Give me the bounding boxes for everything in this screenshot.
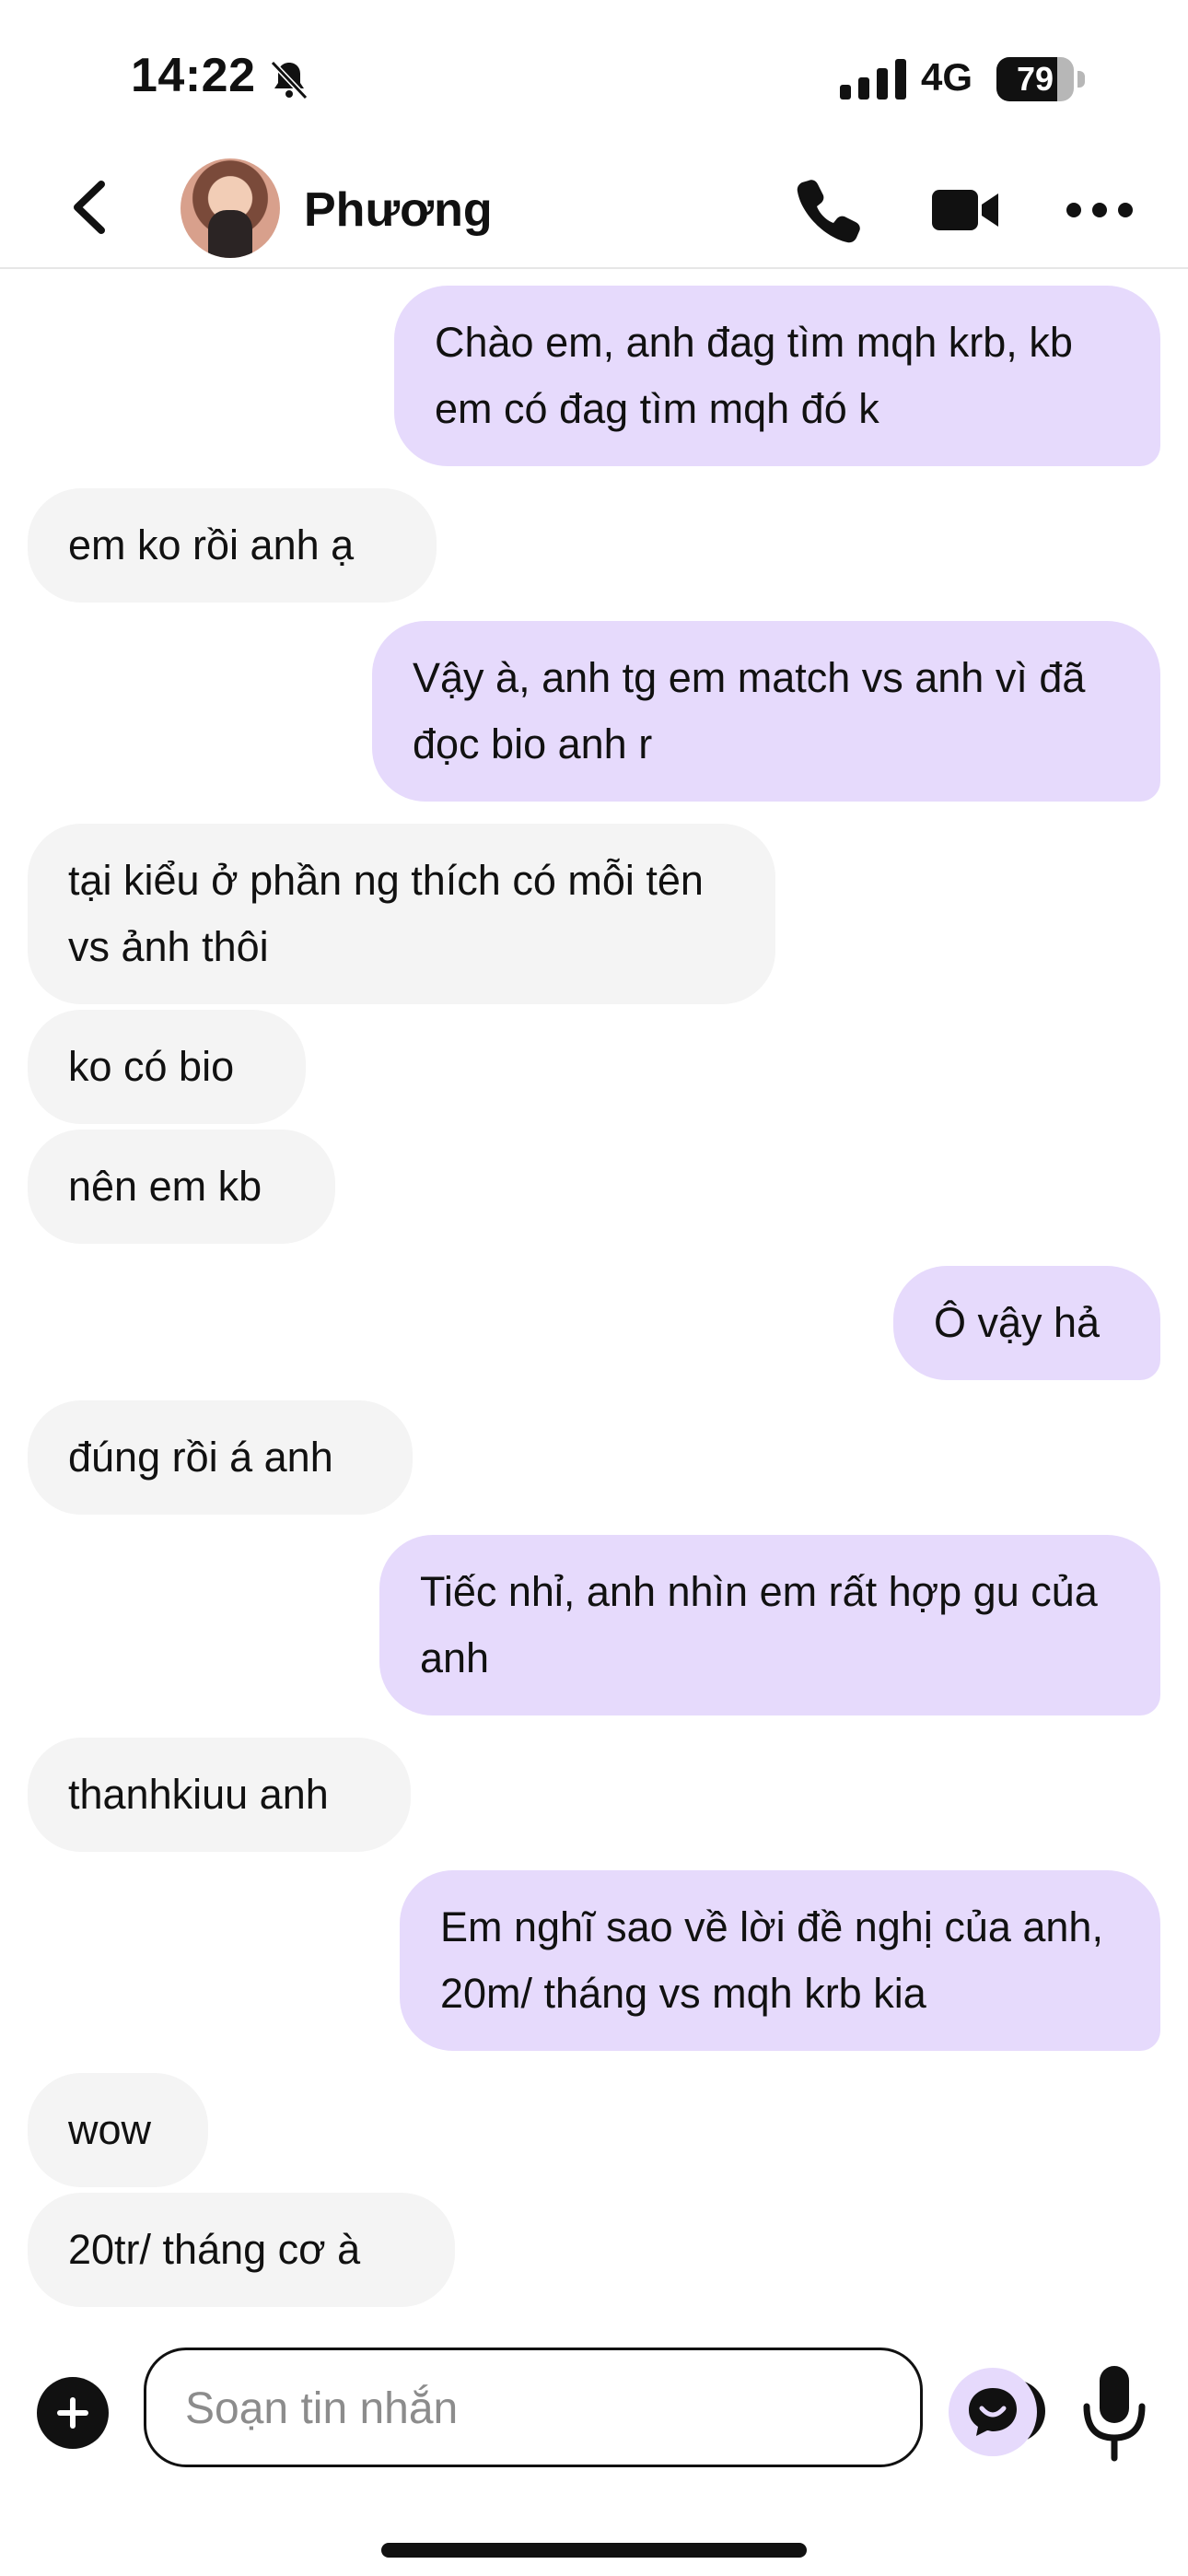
gif-icon[interactable] <box>949 2368 1037 2456</box>
message-outgoing[interactable]: Ô vậy hả <box>893 1266 1160 1380</box>
message-list[interactable]: Chào em, anh đag tìm mqh krb, kb em có đ… <box>0 269 1188 2325</box>
message-incoming[interactable]: thanhkiuu anh <box>28 1738 411 1852</box>
message-incoming[interactable]: tại kiểu ở phần ng thích có mỗi tên vs ả… <box>28 824 775 1004</box>
video-icon[interactable] <box>928 173 1002 247</box>
message-incoming[interactable]: ko có bio <box>28 1010 306 1124</box>
more-icon[interactable] <box>1063 173 1136 247</box>
message-incoming[interactable]: nên em kb <box>28 1130 335 1244</box>
avatar[interactable] <box>181 158 280 258</box>
message-incoming[interactable]: 20tr/ tháng cơ à <box>28 2193 455 2307</box>
phone-icon[interactable] <box>792 173 866 247</box>
bell-off-icon <box>270 60 309 100</box>
battery-percent: 79 <box>1016 60 1054 98</box>
back-icon[interactable] <box>64 177 116 238</box>
message-outgoing[interactable]: Tiếc nhỉ, anh nhìn em rất hợp gu của anh <box>379 1535 1160 1715</box>
contact-name[interactable]: Phương <box>304 182 493 238</box>
composer-bar <box>0 2325 1188 2576</box>
battery-icon: 79 <box>996 57 1085 101</box>
message-incoming[interactable]: em ko rồi anh ạ <box>28 488 437 603</box>
status-time: 14:22 <box>131 49 256 102</box>
message-input-box[interactable] <box>144 2348 1045 2467</box>
home-indicator[interactable] <box>381 2543 807 2558</box>
message-incoming[interactable]: đúng rồi á anh <box>28 1400 413 1515</box>
network-type: 4G <box>921 55 973 99</box>
plus-icon[interactable] <box>37 2377 109 2449</box>
message-outgoing[interactable]: Em nghĩ sao về lời đề nghị của anh, 20m/… <box>400 1870 1160 2051</box>
message-input[interactable] <box>183 2378 795 2439</box>
mic-icon[interactable] <box>1077 2362 1151 2464</box>
message-incoming[interactable]: wow <box>28 2073 208 2187</box>
message-outgoing[interactable]: Vậy à, anh tg em match vs anh vì đã đọc … <box>372 621 1160 802</box>
chat-header: Phương <box>0 147 1188 269</box>
status-bar: 14:22 4G 79 <box>0 0 1188 147</box>
signal-icon <box>840 59 906 100</box>
message-outgoing[interactable]: Chào em, anh đag tìm mqh krb, kb em có đ… <box>394 286 1160 466</box>
